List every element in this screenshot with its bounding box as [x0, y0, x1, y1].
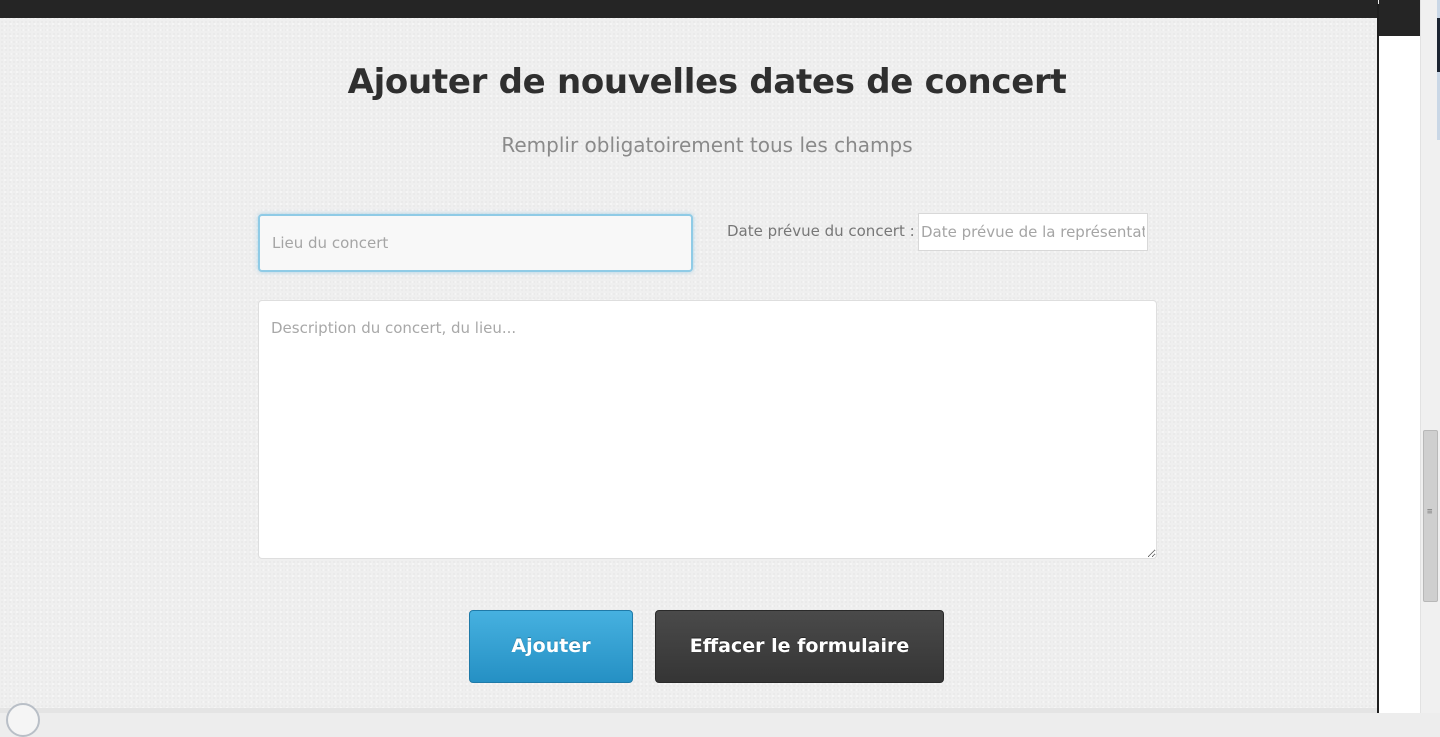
page-background: Ajouter de nouvelles dates de concert Re…	[0, 0, 1378, 737]
vertical-scrollbar[interactable]: ≡	[1420, 0, 1440, 713]
scrollbar-thumb[interactable]: ≡	[1423, 430, 1438, 602]
side-panel	[1379, 0, 1420, 713]
page-title: Ajouter de nouvelles dates de concert	[347, 62, 1067, 102]
side-panel-header	[1379, 0, 1420, 36]
corner-widget-icon[interactable]	[6, 703, 40, 737]
venue-input[interactable]	[258, 214, 693, 272]
top-bar	[0, 0, 1378, 18]
description-textarea[interactable]	[258, 300, 1157, 559]
clear-form-button[interactable]: Effacer le formulaire	[655, 610, 944, 683]
scrollbar-grip-icon: ≡	[1427, 507, 1433, 517]
bottom-strip	[0, 708, 1378, 713]
date-input[interactable]	[918, 213, 1148, 251]
date-label: Date prévue du concert :	[727, 222, 915, 240]
page-subtitle: Remplir obligatoirement tous les champs	[501, 133, 913, 157]
add-button[interactable]: Ajouter	[469, 610, 633, 683]
